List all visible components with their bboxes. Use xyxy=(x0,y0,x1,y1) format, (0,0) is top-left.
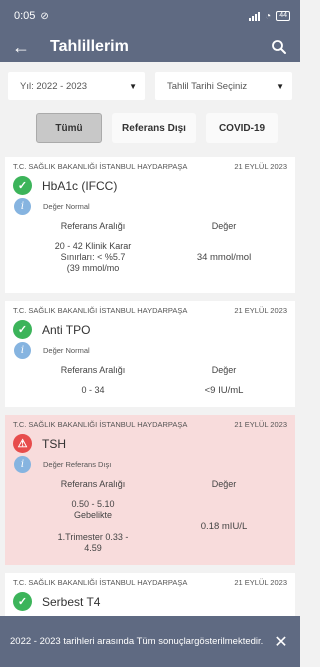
results-list[interactable]: T.C. SAĞLIK BAKANLIĞI İSTANBUL HAYDARPAŞ… xyxy=(0,157,300,667)
value-header: Değer xyxy=(211,365,237,375)
value-status: Değer Normal xyxy=(43,202,90,211)
caret-down-icon: ▼ xyxy=(276,81,284,91)
result-date: 21 EYLÜL 2023 xyxy=(234,162,287,171)
result-card[interactable]: T.C. SAĞLIK BAKANLIĞI İSTANBUL HAYDARPAŞ… xyxy=(5,301,295,407)
lab-name: T.C. SAĞLIK BAKANLIĞI İSTANBUL HAYDARPAŞ… xyxy=(13,420,188,429)
filter-row: Yıl: 2022 - 2023 ▼ Tahlil Tarihi Seçiniz… xyxy=(0,62,300,100)
test-name: Anti TPO xyxy=(42,322,91,337)
year-select[interactable]: Yıl: 2022 - 2023 ▼ xyxy=(8,72,145,100)
status-bar: 0:05 ⊘ ◔ 44 xyxy=(0,0,300,32)
snackbar-message: 2022 - 2023 tarihleri arasında Tüm sonuç… xyxy=(10,635,264,647)
value-header: Değer xyxy=(211,221,237,231)
test-name: TSH xyxy=(42,436,66,451)
result-date: 21 EYLÜL 2023 xyxy=(234,306,287,315)
reference-header: Referans Aralığı xyxy=(60,365,126,375)
result-tabs: Tümü Referans Dışı COVID-19 xyxy=(0,100,300,143)
caret-down-icon: ▼ xyxy=(129,81,137,91)
tab-all[interactable]: Tümü xyxy=(36,113,102,143)
date-select-value: Tahlil Tarihi Seçiniz xyxy=(167,80,248,92)
battery-icon: 44 xyxy=(276,11,290,21)
test-value: <9 IU/mL xyxy=(204,385,244,396)
result-card[interactable]: T.C. SAĞLIK BAKANLIĞI İSTANBUL HAYDARPAŞ… xyxy=(5,157,295,293)
page-title: Tahlillerim xyxy=(50,38,129,55)
value-header: Değer xyxy=(211,479,237,489)
tab-covid[interactable]: COVID-19 xyxy=(206,113,278,143)
snackbar: 2022 - 2023 tarihleri arasında Tüm sonuç… xyxy=(0,616,300,667)
result-date: 21 EYLÜL 2023 xyxy=(234,578,287,587)
arrow-back-icon[interactable]: ← xyxy=(12,37,44,58)
reference-range: 20 - 42 Klinik Karar Sınırları: < %5.7 (… xyxy=(54,241,132,273)
reference-range: 0 - 34 xyxy=(81,385,105,395)
test-name: Serbest T4 xyxy=(42,594,101,609)
reference-range: 0.50 - 5.10 Gebelikte 1.Trimester 0.33 -… xyxy=(57,499,129,553)
check-circle-icon: ✓ xyxy=(13,592,32,611)
wifi-icon: ◔ xyxy=(265,10,272,22)
reference-header: Referans Aralığı xyxy=(60,221,126,231)
result-date: 21 EYLÜL 2023 xyxy=(234,420,287,429)
test-value: 34 mmol/mol xyxy=(196,252,252,263)
lab-name: T.C. SAĞLIK BAKANLIĞI İSTANBUL HAYDARPAŞ… xyxy=(13,578,188,587)
check-circle-icon: ✓ xyxy=(13,176,32,195)
value-status: Değer Normal xyxy=(43,346,90,355)
value-status: Değer Referans Dışı xyxy=(43,460,112,469)
test-name: HbA1c (IFCC) xyxy=(42,178,118,193)
date-select[interactable]: Tahlil Tarihi Seçiniz ▼ xyxy=(155,72,292,100)
app-bar: ← Tahlillerim xyxy=(0,32,300,62)
info-icon[interactable]: i xyxy=(14,342,31,359)
lab-name: T.C. SAĞLIK BAKANLIĞI İSTANBUL HAYDARPAŞ… xyxy=(13,306,188,315)
info-icon[interactable]: i xyxy=(14,456,31,473)
check-circle-icon: ✓ xyxy=(13,320,32,339)
close-icon[interactable]: ✕ xyxy=(272,632,290,652)
lab-name: T.C. SAĞLIK BAKANLIĞI İSTANBUL HAYDARPAŞ… xyxy=(13,162,188,171)
sync-off-icon: ⊘ xyxy=(40,10,49,22)
info-icon[interactable]: i xyxy=(14,198,31,215)
signal-icon xyxy=(249,11,261,21)
reference-header: Referans Aralığı xyxy=(60,479,126,489)
year-select-value: Yıl: 2022 - 2023 xyxy=(20,80,88,92)
search-icon[interactable] xyxy=(270,38,288,56)
result-card-out-of-range[interactable]: T.C. SAĞLIK BAKANLIĞI İSTANBUL HAYDARPAŞ… xyxy=(5,415,295,565)
status-time: 0:05 xyxy=(14,10,36,22)
tab-out-of-range[interactable]: Referans Dışı xyxy=(112,113,196,143)
test-value: 0.18 mIU/L xyxy=(200,521,248,532)
warning-triangle-icon: ⚠ xyxy=(13,434,32,453)
